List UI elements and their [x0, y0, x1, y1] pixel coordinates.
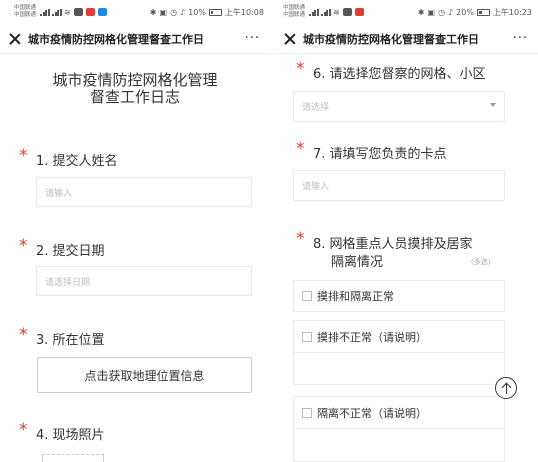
- checkbox-icon: [302, 291, 312, 301]
- question-label: 隔离情况: [331, 255, 384, 270]
- title-bar: 城市疫情防控网格化管理督查工作日 ···: [275, 24, 538, 54]
- required-marker: *: [296, 59, 305, 79]
- status-bar: 中国联通 中国联通 ≋ ✱ ▣ ◷ ♪ 10% 上午10:08: [0, 0, 270, 24]
- name-input[interactable]: 请输入: [36, 177, 252, 207]
- nfc-icon: ▣: [427, 7, 436, 17]
- option-checkbox[interactable]: 隔离不正常（请说明）: [293, 396, 505, 428]
- close-icon[interactable]: [283, 32, 297, 46]
- mute-icon: ♪: [180, 7, 186, 17]
- title-bar: 城市疫情防控网格化管理督查工作日 ···: [0, 24, 270, 54]
- app-icon: [342, 8, 352, 16]
- app-icon: [85, 8, 95, 16]
- get-location-button[interactable]: 点击获取地理位置信息: [37, 357, 252, 393]
- signal-icon: [52, 8, 62, 16]
- more-menu-icon[interactable]: ···: [245, 31, 260, 46]
- app-icon: [73, 8, 83, 16]
- close-icon[interactable]: [8, 32, 22, 46]
- battery-icon: [476, 8, 490, 16]
- signal-icon: [321, 8, 331, 16]
- wifi-icon: ≋: [64, 7, 71, 17]
- mute-icon: ♪: [448, 7, 454, 17]
- bluetooth-icon: ✱: [417, 7, 425, 17]
- required-marker: *: [19, 236, 28, 256]
- checkbox-icon: [302, 407, 312, 418]
- multi-select-hint: (多选): [471, 258, 491, 266]
- carrier-label: 中国联通 中国联通: [14, 5, 37, 18]
- battery-percent: 10%: [188, 7, 206, 17]
- question-label: * 3. 所在位置: [19, 325, 105, 348]
- question-label: * 2. 提交日期: [19, 236, 105, 259]
- right-phone: 中国联通 中国联通 ≋ ✱ ▣ ◷ ♪ 20% 上午10:23 城市疫情防控网格…: [275, 0, 538, 462]
- question-label: * 6. 请选择您督察的网格、小区: [296, 59, 486, 82]
- signal-icon: [40, 8, 50, 16]
- app-icon: [97, 8, 107, 16]
- status-bar: 中国联通 中国联通 ≋ ✱ ▣ ◷ ♪ 20% 上午10:23: [275, 0, 538, 24]
- app-icon: [354, 8, 364, 16]
- bluetooth-icon: ✱: [149, 7, 157, 17]
- battery-percent: 20%: [456, 7, 474, 17]
- alarm-icon: ◷: [438, 7, 446, 17]
- scroll-to-top-icon[interactable]: [495, 377, 517, 399]
- page-title: 城市疫情防控网格化管理督查工作日: [303, 32, 479, 46]
- page-title: 城市疫情防控网格化管理督查工作日: [28, 32, 204, 46]
- option-checkbox[interactable]: 摸排不正常（请说明）: [293, 320, 505, 352]
- required-marker: *: [19, 325, 28, 345]
- screenshot-root: 中国联通 中国联通 ≋ ✱ ▣ ◷ ♪ 10% 上午10:08 城市疫情防控网格…: [0, 0, 538, 462]
- question-label: * 7. 请填写您负责的卡点: [296, 139, 447, 162]
- photo-upload-box[interactable]: [42, 454, 104, 462]
- required-marker: *: [19, 420, 28, 440]
- checkbox-icon: [302, 331, 312, 342]
- form-title: 城市疫情防控网格化管理 督查工作日志: [52, 71, 218, 106]
- more-menu-icon[interactable]: ···: [513, 31, 528, 46]
- checkpoint-input[interactable]: 请输入: [293, 170, 505, 201]
- grid-select[interactable]: 请选择: [293, 91, 505, 122]
- explanation-textarea[interactable]: [293, 352, 505, 385]
- question-label: * 8. 网格重点人员摸排及居家: [296, 229, 473, 252]
- explanation-textarea[interactable]: [293, 428, 505, 462]
- left-phone: 中国联通 中国联通 ≋ ✱ ▣ ◷ ♪ 10% 上午10:08 城市疫情防控网格…: [0, 0, 270, 462]
- alarm-icon: ◷: [170, 7, 178, 17]
- question-label: * 1. 提交人姓名: [19, 146, 118, 169]
- question-label: * 4. 现场照片: [19, 420, 105, 443]
- signal-icon: [309, 8, 319, 16]
- nfc-icon: ▣: [159, 7, 168, 17]
- chevron-down-icon: [490, 103, 496, 107]
- required-marker: *: [19, 146, 28, 166]
- clock: 上午10:23: [492, 7, 532, 17]
- option-checkbox[interactable]: 摸排和隔离正常: [293, 280, 505, 312]
- carrier-label: 中国联通 中国联通: [283, 5, 306, 18]
- wifi-icon: ≋: [333, 7, 340, 17]
- battery-icon: [208, 8, 222, 16]
- required-marker: *: [296, 139, 305, 159]
- clock: 上午10:08: [224, 7, 264, 17]
- required-marker: *: [296, 229, 305, 249]
- date-picker[interactable]: 请选择日期: [36, 266, 252, 296]
